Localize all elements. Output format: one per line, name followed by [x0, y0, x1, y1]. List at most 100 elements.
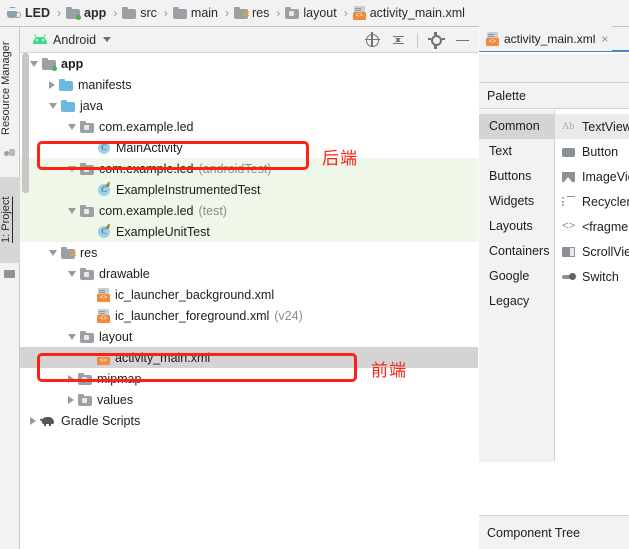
expand-arrow-icon[interactable]: [30, 60, 38, 67]
package-folder-icon: [80, 267, 94, 280]
breadcrumb-item-app[interactable]: app: [66, 6, 106, 20]
sidebar-tab-project[interactable]: 1: Project: [0, 177, 20, 263]
palette-item-list[interactable]: AbTextViewButtonImageViewRecyclerView<><…: [555, 110, 629, 462]
tree-row-exampleunittest[interactable]: C ExampleUnitTest: [20, 221, 478, 242]
palette-category-google[interactable]: Google: [479, 264, 554, 289]
palette-category-common[interactable]: Common: [479, 114, 554, 139]
sidebar-tab-resource-manager[interactable]: Resource Manager: [0, 33, 20, 143]
collapse-arrow-icon[interactable]: [49, 80, 55, 89]
expand-arrow-icon[interactable]: [68, 165, 76, 172]
project-tree[interactable]: app manifests java com.example.led C MainActi…: [20, 53, 478, 549]
palette-title: Palette: [487, 88, 526, 103]
palette-category-legacy[interactable]: Legacy: [479, 289, 554, 314]
tree-row-activity-main-xml[interactable]: <> activity_main.xml: [20, 347, 478, 368]
tree-row-label: app: [61, 56, 84, 71]
palette-item-recyclerview[interactable]: RecyclerView: [555, 189, 629, 214]
tree-row-mipmap[interactable]: mipmap: [20, 368, 478, 389]
palette-category-label: Legacy: [489, 294, 530, 308]
palette-category-layouts[interactable]: Layouts: [479, 214, 554, 239]
blue-folder-icon: [61, 99, 75, 112]
tree-row-com-example-led[interactable]: com.example.led (test): [20, 200, 478, 221]
project-view-label: Android: [53, 32, 97, 47]
breadcrumb-item-layout[interactable]: layout: [285, 6, 337, 20]
palette-item-label: ScrollView: [582, 244, 629, 259]
tree-row-ic-launcher-foreground-xml[interactable]: <> ic_launcher_foreground.xml (v24): [20, 305, 478, 326]
breadcrumb-separator: ›: [113, 6, 118, 20]
expand-arrow-icon[interactable]: [49, 249, 57, 256]
palette-category-widgets[interactable]: Widgets: [479, 189, 554, 214]
collapse-arrow-icon[interactable]: [30, 416, 36, 425]
expand-arrow-icon[interactable]: [68, 270, 76, 277]
tree-row-gradle-scripts[interactable]: Gradle Scripts: [20, 410, 478, 431]
sidebar-tab-project-label: 1: Project: [0, 196, 12, 244]
palette-item-button[interactable]: Button: [555, 139, 629, 164]
expand-arrow-icon[interactable]: [68, 123, 76, 130]
xml-file-icon: <>: [352, 6, 366, 20]
tree-row-exampleinstrumentedtest[interactable]: C ExampleInstrumentedTest: [20, 179, 478, 200]
breadcrumb-label: LED: [25, 6, 50, 20]
breadcrumb-item-src[interactable]: src: [122, 6, 157, 20]
java-class-icon: C: [97, 141, 111, 155]
collapse-arrow-icon[interactable]: [68, 374, 74, 383]
expand-arrow-icon[interactable]: [68, 207, 76, 214]
tree-row-java[interactable]: java: [20, 95, 478, 116]
palette-category-buttons[interactable]: Buttons: [479, 164, 554, 189]
palette-item-imageview[interactable]: ImageView: [555, 164, 629, 189]
breadcrumb-label: layout: [303, 6, 337, 20]
tree-row-com-example-led[interactable]: com.example.led: [20, 116, 478, 137]
close-icon[interactable]: ×: [601, 33, 608, 45]
editor-toolbar: [479, 54, 629, 83]
tree-row-com-example-led[interactable]: com.example.led (androidTest): [20, 158, 478, 179]
tree-row-values[interactable]: values: [20, 389, 478, 410]
tree-row-app[interactable]: app: [20, 53, 478, 74]
tree-row-label: ic_launcher_background.xml: [115, 287, 275, 302]
breadcrumb-item-activity-main-xml[interactable]: <> activity_main.xml: [352, 6, 465, 20]
scrollbar-thumb[interactable]: [22, 53, 29, 193]
breadcrumb-separator: ›: [57, 6, 61, 20]
tree-row-label: mipmap: [97, 371, 142, 386]
package-folder-icon: [80, 204, 94, 217]
palette-category-text[interactable]: Text: [479, 139, 554, 164]
breadcrumb: LED › app › src › main › res › layout › <> activity_m…: [0, 0, 629, 27]
package-folder-icon: [78, 393, 92, 406]
palette-category-list[interactable]: Common Text Buttons Widgets Layouts Container…: [479, 110, 555, 462]
palette-category-containers[interactable]: Containers: [479, 239, 554, 264]
recyclerview-icon: [562, 195, 576, 208]
hide-icon[interactable]: [455, 33, 470, 48]
palette-category-label: Common: [489, 119, 540, 133]
breadcrumb-label: res: [252, 6, 270, 20]
palette-item-textview[interactable]: Ab TextView: [555, 114, 629, 139]
collapse-arrow-icon[interactable]: [68, 395, 74, 404]
package-folder-icon: [80, 330, 94, 343]
palette-item-scrollview[interactable]: ScrollView: [555, 239, 629, 264]
tree-row-label: ExampleUnitTest: [116, 224, 210, 239]
breadcrumb-item-res[interactable]: res: [234, 6, 269, 20]
tree-row-manifests[interactable]: manifests: [20, 74, 478, 95]
breadcrumb-item-main[interactable]: main: [172, 6, 218, 20]
project-view-selector[interactable]: Android: [32, 32, 112, 47]
tree-row-qualifier: (test): [198, 203, 227, 218]
breadcrumb-item-led[interactable]: LED: [6, 6, 50, 20]
collapse-all-icon[interactable]: [391, 33, 406, 48]
expand-arrow-icon[interactable]: [68, 333, 76, 340]
tree-row-label: java: [80, 98, 103, 113]
tree-row-ic-launcher-background-xml[interactable]: <> ic_launcher_background.xml: [20, 284, 478, 305]
tree-row-res[interactable]: res: [20, 242, 478, 263]
expand-arrow-icon[interactable]: [49, 102, 57, 109]
project-scrollbar[interactable]: [21, 53, 29, 549]
breadcrumb-separator: ›: [343, 6, 348, 20]
palette-item-switch[interactable]: Switch: [555, 264, 629, 289]
settings-gear-icon[interactable]: [428, 31, 445, 49]
select-opened-file-icon[interactable]: [364, 32, 380, 48]
palette-item--fragment-[interactable]: <> <fragment>: [555, 214, 629, 239]
tree-row-drawable[interactable]: drawable: [20, 263, 478, 284]
tree-row-mainactivity[interactable]: C MainActivity: [20, 137, 478, 158]
editor-tab-bar: <> activity_main.xml ×: [479, 26, 629, 52]
tree-row-layout[interactable]: layout: [20, 326, 478, 347]
tree-row-label: values: [97, 392, 134, 407]
module-folder-icon: [66, 7, 81, 20]
tree-row-label: manifests: [78, 77, 132, 92]
tab-activity-main-xml[interactable]: <> activity_main.xml ×: [479, 26, 613, 51]
folder-icon: [122, 7, 137, 19]
component-tree-header[interactable]: Component Tree: [479, 515, 629, 549]
